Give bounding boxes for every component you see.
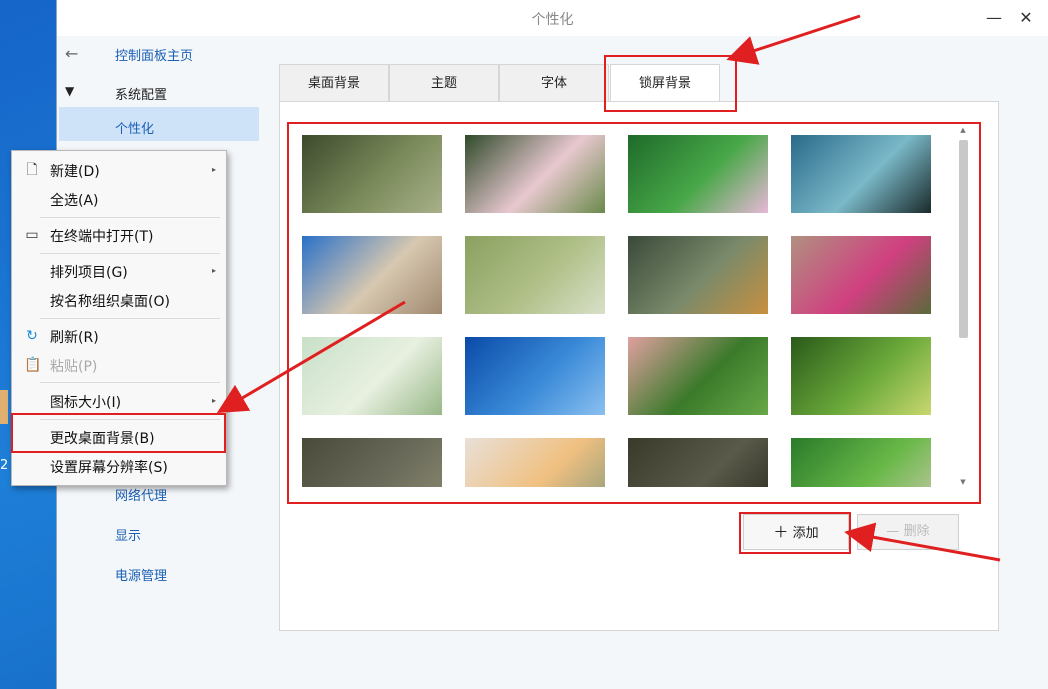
menu-separator [40, 253, 220, 254]
collapse-arrow-icon[interactable]: ▼ [65, 84, 74, 98]
menu-separator [40, 382, 220, 383]
delete-button-label: 删除 [903, 524, 930, 539]
tab-theme[interactable]: 主题 [389, 64, 499, 101]
context-menu-item[interactable]: 图标大小(I) [50, 392, 121, 412]
terminal-icon: ▭ [25, 227, 39, 243]
annotation-box-add-button [739, 512, 851, 554]
context-menu-item[interactable]: 排列项目(G) [50, 262, 128, 282]
context-menu-item[interactable]: 在终端中打开(T) [50, 226, 153, 246]
context-menu-item[interactable]: 设置屏幕分辨率(S) [50, 457, 168, 477]
context-menu-item[interactable]: 刷新(R) [50, 327, 99, 347]
tab-font[interactable]: 字体 [499, 64, 609, 101]
tab-desktop-background[interactable]: 桌面背景 [279, 64, 389, 101]
sidebar-item-power[interactable]: 电源管理 [115, 565, 167, 584]
minimize-button[interactable]: — [982, 6, 1006, 30]
sidebar-home-link[interactable]: 控制面板主页 [115, 45, 193, 64]
sidebar-item-display[interactable]: 显示 [115, 525, 141, 544]
minus-icon: — [886, 524, 900, 539]
context-menu-item[interactable]: 新建(D) [50, 161, 100, 181]
annotation-box-lockscreen-tab [604, 55, 737, 112]
refresh-icon: ↻ [26, 328, 38, 344]
delete-button[interactable]: — 删除 [857, 514, 959, 550]
sidebar-selected-highlight [59, 107, 259, 141]
submenu-arrow-icon: ▸ [211, 396, 216, 405]
context-menu-item[interactable]: 全选(A) [50, 190, 99, 210]
back-arrow-icon[interactable]: ← [65, 44, 78, 63]
submenu-arrow-icon: ▸ [211, 165, 216, 174]
annotation-box-change-background [11, 413, 226, 453]
context-menu-item[interactable]: 按名称组织桌面(O) [50, 291, 170, 311]
sidebar-section-system-config[interactable]: 系统配置 [115, 84, 167, 103]
annotation-box-wallpaper-grid [287, 122, 981, 504]
paste-icon: 📋 [24, 357, 42, 373]
sidebar-item-network-proxy[interactable]: 网络代理 [115, 485, 167, 504]
context-menu-item[interactable]: 粘贴(P) [50, 356, 97, 376]
title-bar: 个性化 — ✕ [57, 0, 1048, 37]
submenu-arrow-icon: ▸ [211, 266, 216, 275]
window-title: 个性化 [531, 12, 574, 28]
menu-separator [40, 217, 220, 218]
close-button[interactable]: ✕ [1014, 6, 1038, 30]
sidebar-item-personalization[interactable]: 个性化 [115, 118, 154, 137]
menu-separator [40, 318, 220, 319]
desktop-icon[interactable] [0, 390, 8, 424]
new-icon: 🗋 [26, 162, 38, 178]
desktop-icon-label: 2 [0, 458, 9, 473]
